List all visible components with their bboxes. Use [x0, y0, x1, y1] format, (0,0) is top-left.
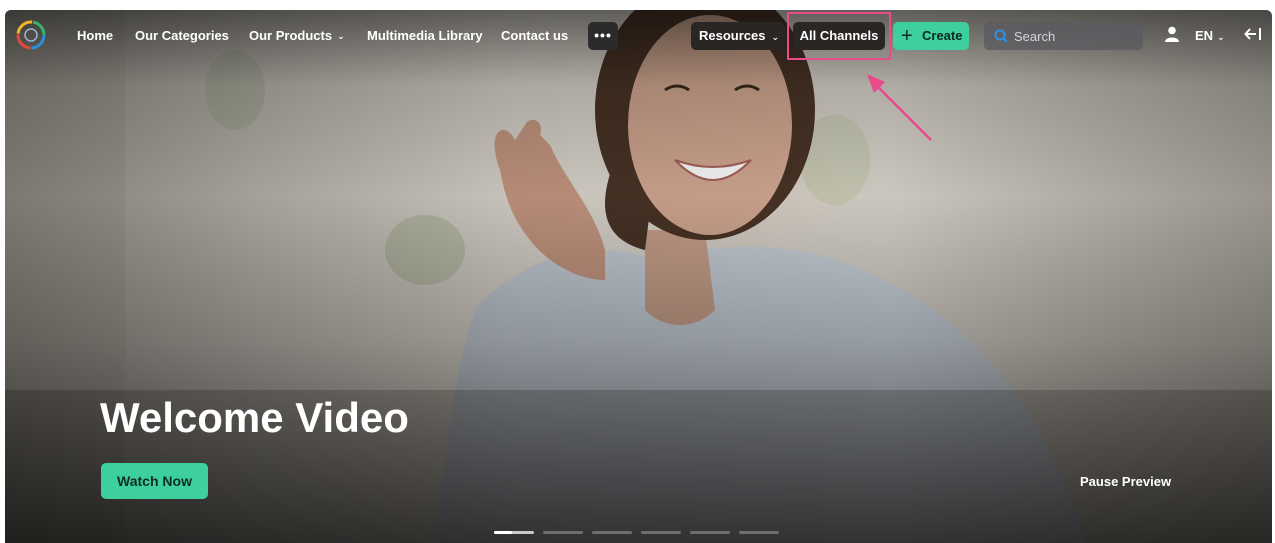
slide-indicator-5[interactable] [690, 531, 730, 534]
search-box[interactable] [984, 22, 1143, 50]
slide-indicator-1[interactable] [494, 531, 534, 534]
nav-link-our-products-label: Our Products [249, 28, 333, 43]
slide-indicator-4[interactable] [641, 531, 681, 534]
chevron-down-icon: ⌄ [1217, 32, 1225, 42]
nav-link-our-products[interactable]: Our Products ⌄ [249, 28, 345, 45]
slide-progress-fill [494, 531, 512, 534]
resources-label: Resources [699, 28, 766, 43]
create-label: Create [922, 28, 963, 43]
user-icon[interactable] [1165, 26, 1179, 42]
slide-indicator-2[interactable] [543, 531, 583, 534]
pause-preview-link[interactable]: Pause Preview [1080, 474, 1171, 489]
slide-indicator-6[interactable] [739, 531, 779, 534]
search-icon [994, 29, 1008, 43]
search-input[interactable] [1014, 26, 1134, 46]
hero-banner: Home Our Categories Our Products ⌄ Multim… [5, 10, 1272, 543]
watch-now-button[interactable]: Watch Now [101, 463, 208, 499]
highlight-annotation-box [787, 12, 891, 60]
slide-indicator-3[interactable] [592, 531, 632, 534]
plus-icon: + [901, 25, 913, 47]
top-navigation: Home Our Categories Our Products ⌄ Multim… [5, 10, 1272, 62]
nav-link-contact-us[interactable]: Contact us [501, 28, 568, 44]
ellipsis-icon: ••• [594, 27, 612, 43]
logo-icon[interactable] [16, 20, 46, 50]
nav-link-our-categories[interactable]: Our Categories [135, 28, 229, 44]
resources-dropdown-button[interactable]: Resources ⌄ [691, 22, 785, 50]
more-menu-button[interactable]: ••• [588, 22, 618, 50]
chevron-down-icon: ⌄ [337, 31, 345, 41]
create-button[interactable]: + Create [893, 22, 969, 50]
language-label: EN [1195, 28, 1214, 43]
hero-title: Welcome Video [100, 394, 409, 441]
nav-link-home[interactable]: Home [77, 28, 113, 44]
language-selector[interactable]: EN ⌄ [1195, 28, 1225, 43]
annotation-arrow [867, 74, 932, 141]
nav-link-multimedia-library[interactable]: Multimedia Library [367, 28, 483, 44]
exit-arrow-icon[interactable] [1244, 26, 1262, 42]
chevron-down-icon: ⌄ [771, 32, 780, 42]
